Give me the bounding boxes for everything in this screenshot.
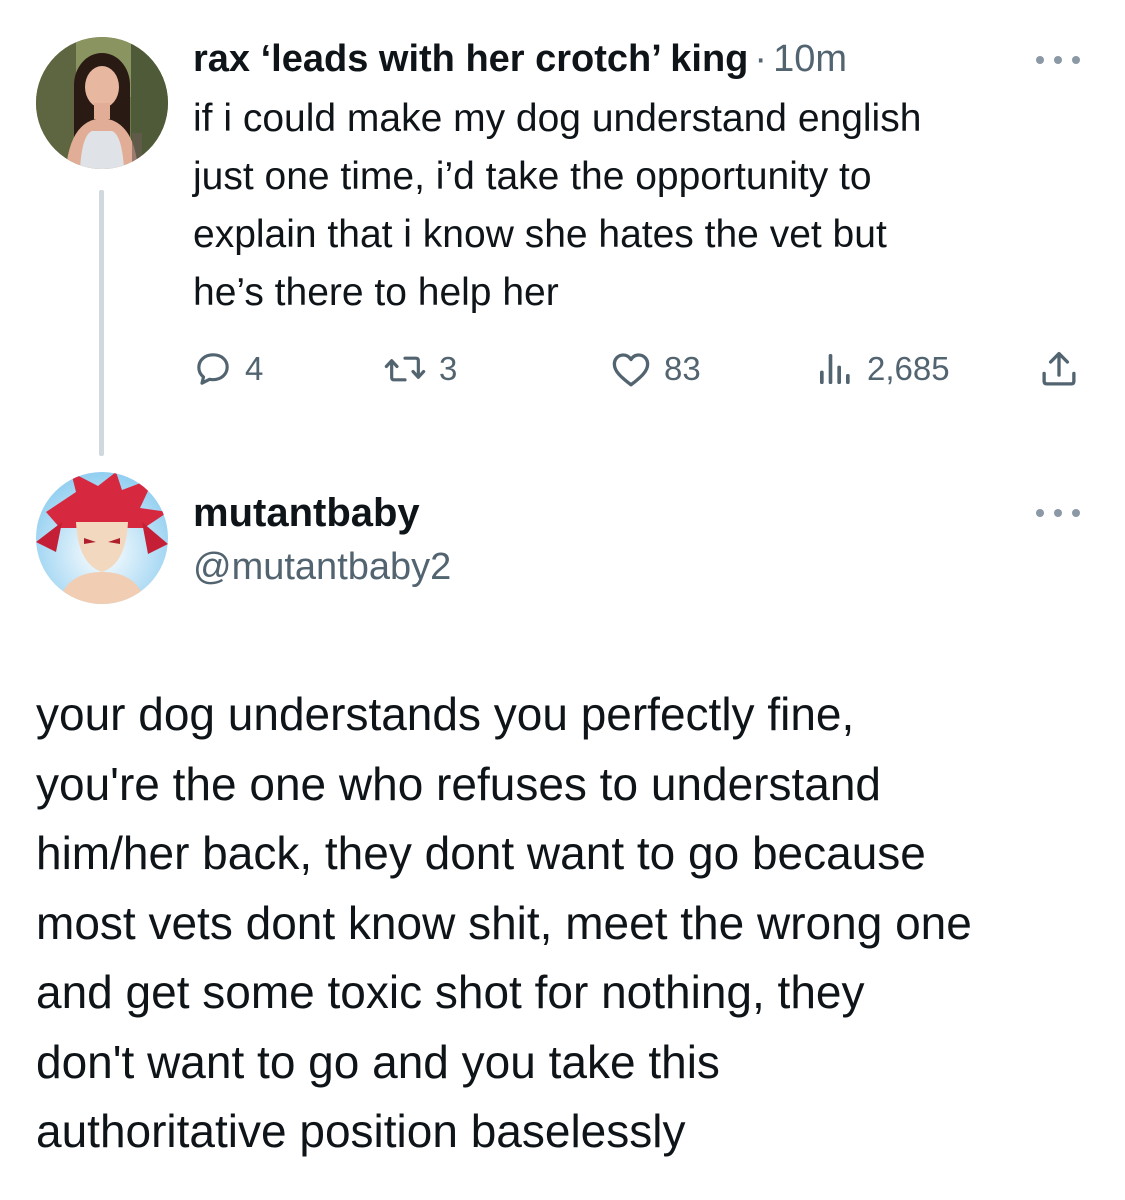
reply-author-handle[interactable]: @mutantbaby2	[193, 542, 451, 592]
like-count: 83	[664, 350, 701, 387]
avatar[interactable]	[36, 37, 168, 169]
reply-author-display-name[interactable]: mutantbaby	[193, 488, 420, 538]
avatar[interactable]	[36, 472, 168, 604]
reply-icon	[197, 353, 229, 385]
reply-tweet-text: your dog understands you perfectly fine,…	[36, 688, 972, 1157]
tweet-timestamp[interactable]: 10m	[773, 38, 847, 81]
avatar-photo	[36, 37, 168, 169]
more-icon[interactable]	[1032, 45, 1084, 75]
views-chart-icon	[820, 354, 850, 384]
heart-icon	[612, 353, 650, 387]
like-button[interactable]: 83	[610, 343, 701, 395]
retweet-button[interactable]: 3	[383, 343, 457, 395]
view-count: 2,685	[867, 350, 950, 387]
thread-connector-line	[99, 190, 104, 456]
avatar-anime-character	[36, 472, 168, 604]
retweet-count: 3	[439, 350, 458, 387]
share-icon	[1042, 351, 1076, 386]
retweet-icon	[384, 356, 426, 382]
parent-tweet-text: if i could make my dog understand englis…	[193, 97, 922, 314]
share-button[interactable]	[1038, 343, 1080, 395]
reply-button[interactable]: 4	[193, 343, 263, 395]
header-separator: ·	[754, 37, 768, 80]
views-button[interactable]: 2,685	[815, 343, 950, 395]
reply-count: 4	[245, 350, 264, 387]
author-display-name[interactable]: rax ‘leads with her crotch’ king	[193, 38, 748, 81]
more-icon[interactable]	[1032, 498, 1084, 528]
parent-tweet-header: rax ‘leads with her crotch’ king · 10m	[193, 34, 847, 84]
